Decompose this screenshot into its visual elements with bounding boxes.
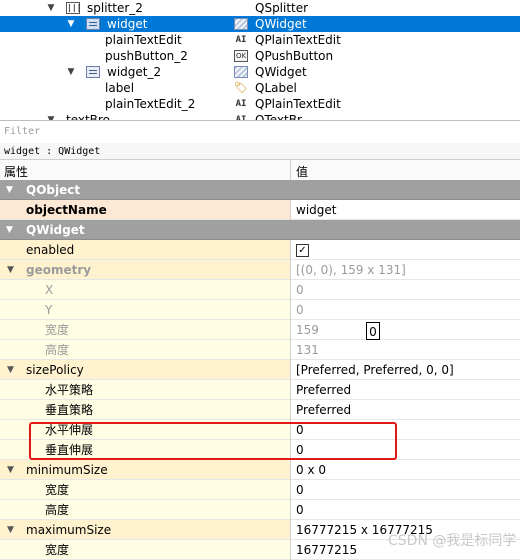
property-value-field[interactable]: 0: [291, 500, 520, 520]
property-row-sizepolicy[interactable]: ▼ sizePolicy [Preferred, Preferred, 0, 0…: [0, 360, 520, 380]
label-icon: 🏷: [234, 81, 248, 94]
plain-text-edit-icon: AI: [235, 35, 247, 45]
property-name: 高度: [45, 343, 70, 357]
group-label: QWidget: [26, 223, 85, 237]
column-divider[interactable]: [290, 160, 291, 180]
value-tooltip: 0: [366, 322, 380, 340]
widget-class-icon: [234, 18, 248, 30]
group-qobject[interactable]: ▼ QObject: [0, 180, 520, 200]
tree-class-name: QSplitter: [255, 1, 309, 15]
expand-arrow-icon[interactable]: ▼: [46, 0, 56, 16]
object-tree[interactable]: ▼ ||| splitter_2 QSplitter ▼ widget QWid…: [0, 0, 520, 120]
property-value-field[interactable]: 0 x 0: [291, 460, 520, 480]
tree-class-name: QWidget: [255, 17, 307, 31]
expand-arrow-icon[interactable]: ▼: [66, 16, 76, 32]
group-label: QObject: [26, 183, 81, 197]
property-name: 水平策略: [45, 383, 94, 397]
tree-object-name: label: [105, 81, 135, 95]
property-value-field[interactable]: widget: [291, 200, 520, 220]
filter-input[interactable]: [2, 123, 516, 139]
property-name: 垂直策略: [45, 403, 94, 417]
enabled-checkbox[interactable]: ✓: [296, 244, 309, 257]
tree-object-name: plainTextEdit_2: [105, 97, 196, 111]
tree-object-name: plainTextEdit: [105, 33, 182, 47]
collapse-arrow-icon[interactable]: ▼: [6, 180, 13, 200]
property-row-min-height[interactable]: 高度 0: [0, 500, 520, 520]
selected-object-info: widget : QWidget: [0, 143, 520, 160]
tree-object-name: splitter_2: [87, 1, 143, 15]
property-row-geometry[interactable]: ▼ geometry [(0, 0), 159 x 131]: [0, 260, 520, 280]
property-name: sizePolicy: [26, 363, 84, 377]
property-name: 宽度: [45, 323, 70, 337]
tree-item-plaintextedit-2[interactable]: plainTextEdit_2 AI QPlainTextEdit: [0, 96, 520, 112]
property-value-field[interactable]: Preferred: [291, 380, 520, 400]
property-row-min-width[interactable]: 宽度 0: [0, 480, 520, 500]
property-row-horizontal-policy[interactable]: 水平策略 Preferred: [0, 380, 520, 400]
property-row-y[interactable]: Y 0: [0, 300, 520, 320]
tree-item-splitter-2[interactable]: ▼ ||| splitter_2 QSplitter: [0, 0, 520, 16]
layout-icon: [86, 18, 100, 30]
tree-item-textbrowser[interactable]: ▼ textBro AI QTextBr: [0, 112, 520, 120]
tree-item-widget[interactable]: ▼ widget QWidget: [0, 16, 520, 32]
property-name: 高度: [45, 503, 70, 517]
collapse-arrow-icon[interactable]: ▼: [7, 360, 14, 380]
tree-class-name: QLabel: [255, 81, 297, 95]
tree-object-name: textBro: [66, 113, 110, 120]
property-name: 宽度: [45, 543, 70, 557]
push-button-icon: OK: [234, 50, 248, 62]
tree-object-name: pushButton_2: [105, 49, 188, 63]
property-name: Y: [45, 303, 53, 317]
property-row-enabled[interactable]: enabled ✓: [0, 240, 520, 260]
tree-item-widget-2[interactable]: ▼ widget_2 QWidget: [0, 64, 520, 80]
highlight-annotation-box: [29, 422, 397, 460]
property-row-width[interactable]: 宽度 159: [0, 320, 520, 340]
tree-item-pushbutton-2[interactable]: pushButton_2 OK QPushButton: [0, 48, 520, 64]
tree-item-label[interactable]: label 🏷 QLabel: [0, 80, 520, 96]
property-row-vertical-policy[interactable]: 垂直策略 Preferred: [0, 400, 520, 420]
tree-class-name: QPlainTextEdit: [255, 33, 341, 47]
property-header: 属性 值: [0, 160, 520, 181]
collapse-arrow-icon[interactable]: ▼: [6, 220, 13, 240]
collapse-arrow-icon[interactable]: ▼: [7, 520, 14, 540]
property-value-field[interactable]: 131: [291, 340, 520, 360]
property-row-objectname[interactable]: objectName widget: [0, 200, 520, 220]
property-value-field[interactable]: 0: [291, 280, 520, 300]
property-row-x[interactable]: X 0: [0, 280, 520, 300]
tree-object-name: widget_2: [107, 65, 162, 79]
watermark: CSDN @我是标同学: [388, 533, 517, 549]
property-name: geometry: [26, 263, 92, 277]
property-name: 宽度: [45, 483, 70, 497]
property-name: objectName: [26, 203, 107, 217]
property-filter-bar: [0, 120, 520, 144]
property-name: X: [45, 283, 54, 297]
collapse-arrow-icon[interactable]: ▼: [7, 460, 14, 480]
property-value-field[interactable]: Preferred: [291, 400, 520, 420]
value-column-header[interactable]: 值: [296, 163, 308, 180]
group-qwidget[interactable]: ▼ QWidget: [0, 220, 520, 240]
widget-class-icon: [234, 66, 248, 78]
tree-class-name: QPlainTextEdit: [255, 97, 341, 111]
tree-class-name: QWidget: [255, 65, 307, 79]
plain-text-edit-icon: AI: [235, 99, 247, 109]
property-value-field[interactable]: 0: [291, 480, 520, 500]
tree-item-plaintextedit[interactable]: plainTextEdit AI QPlainTextEdit: [0, 32, 520, 48]
expand-arrow-icon[interactable]: ▼: [46, 112, 56, 120]
tree-object-name: widget: [107, 17, 148, 31]
property-value-field[interactable]: [(0, 0), 159 x 131]: [291, 260, 520, 280]
collapse-arrow-icon[interactable]: ▼: [7, 260, 14, 280]
property-value-field[interactable]: [Preferred, Preferred, 0, 0]: [291, 360, 520, 380]
splitter-icon: |||: [66, 2, 82, 14]
property-row-height[interactable]: 高度 131: [0, 340, 520, 360]
property-value-field[interactable]: 159: [291, 320, 520, 340]
property-name: enabled: [26, 243, 75, 257]
tree-class-name: QPushButton: [255, 49, 334, 63]
layout-icon: [86, 66, 100, 78]
tree-class-name: QTextBr: [255, 113, 302, 120]
property-column-header[interactable]: 属性: [4, 163, 28, 180]
property-name: maximumSize: [26, 523, 112, 537]
property-value-field[interactable]: 0: [291, 300, 520, 320]
property-row-minimumsize[interactable]: ▼ minimumSize 0 x 0: [0, 460, 520, 480]
property-name: minimumSize: [26, 463, 108, 477]
expand-arrow-icon[interactable]: ▼: [66, 64, 76, 80]
